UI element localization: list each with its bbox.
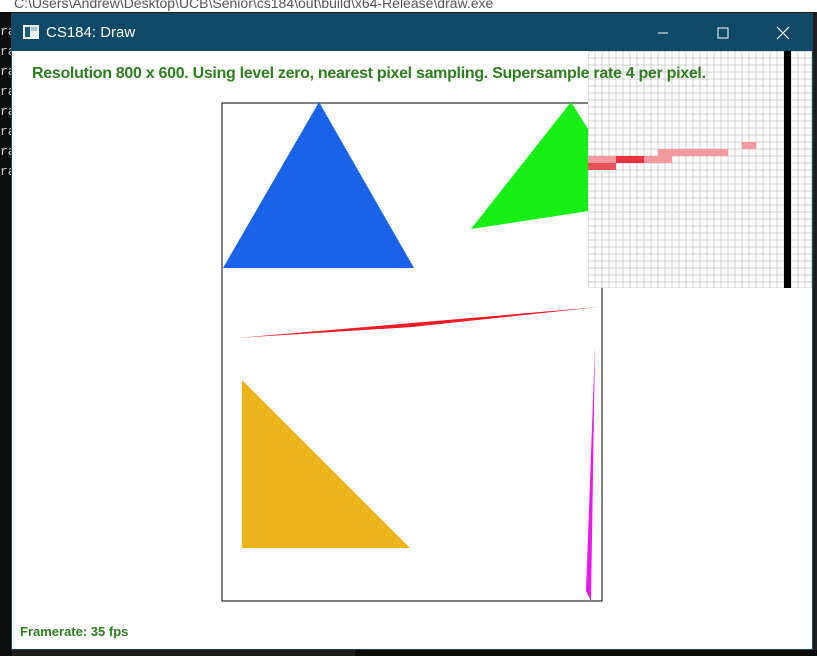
zoom-background bbox=[588, 51, 812, 288]
minimize-icon bbox=[658, 32, 668, 33]
console-title: C:\Users\Andrew\Desktop\UCB\Senior\cs184… bbox=[14, 0, 494, 11]
maximize-icon bbox=[717, 27, 729, 38]
framerate-text: Framerate: 35 fps bbox=[20, 624, 129, 639]
console-title-bar: C:\Users\Andrew\Desktop\UCB\Senior\cs184… bbox=[0, 0, 817, 12]
minimize-button[interactable] bbox=[640, 14, 686, 51]
background-strip bbox=[355, 650, 817, 656]
app-window-icon bbox=[23, 25, 39, 39]
zoom-border-pixels bbox=[784, 51, 791, 288]
render-info-text: Resolution 800 x 600. Using level zero, … bbox=[32, 65, 706, 82]
draw-window: CS184: Draw Resolution 800 x 600. Using … bbox=[11, 13, 813, 650]
pixel-inspector-zoom[interactable] bbox=[588, 51, 812, 288]
window-title: CS184: Draw bbox=[46, 24, 136, 41]
render-viewport[interactable]: Resolution 800 x 600. Using level zero, … bbox=[12, 51, 812, 649]
close-icon bbox=[776, 26, 790, 39]
close-button[interactable] bbox=[760, 14, 806, 51]
maximize-button[interactable] bbox=[700, 14, 746, 51]
window-title-bar[interactable]: CS184: Draw bbox=[12, 14, 812, 51]
